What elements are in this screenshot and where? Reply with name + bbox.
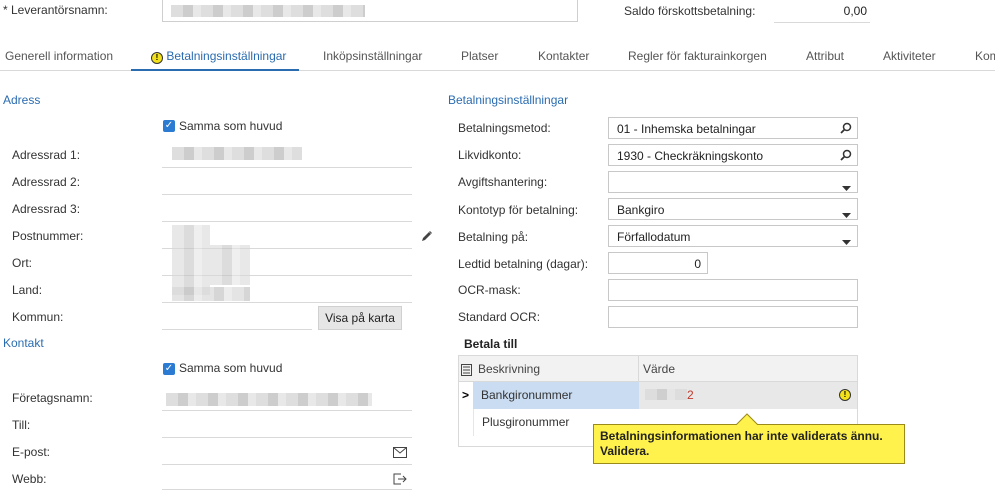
attention-label: Till: <box>12 418 31 432</box>
address-line2-label: Adressrad 2: <box>12 175 81 189</box>
validation-tooltip: Betalningsinformationen har inte valider… <box>593 424 905 464</box>
prepay-label: Saldo förskottsbetalning: <box>624 4 756 18</box>
payment-method-value: 01 - Inhemska betalningar <box>617 122 756 136</box>
chevron-down-icon[interactable] <box>842 207 851 221</box>
account-type-select[interactable]: Bankgiro <box>608 198 858 220</box>
address-line2-field[interactable] <box>162 171 412 195</box>
search-icon[interactable] <box>840 149 852 164</box>
search-icon[interactable] <box>840 122 852 137</box>
plusgiro-desc: Plusgironummer <box>482 415 570 429</box>
external-link-icon[interactable] <box>393 473 407 488</box>
redacted-bankgiro <box>645 389 687 400</box>
prepay-field: 0,00 <box>774 0 870 23</box>
tab-contacts[interactable]: Kontakter <box>538 49 589 63</box>
redacted-country <box>172 287 250 301</box>
supplier-name-input[interactable] <box>162 0 578 22</box>
tab-purchase-settings[interactable]: Inköpsinställningar <box>323 49 422 63</box>
email-field[interactable] <box>162 441 412 465</box>
tab-locations[interactable]: Platser <box>461 49 498 63</box>
payment-section-title: Betalningsinställningar <box>448 93 569 107</box>
pay-on-select[interactable]: Förfallodatum <box>608 225 858 247</box>
tab-invoice-inbox-rules[interactable]: Regler för fakturainkorgen <box>628 49 767 63</box>
pay-on-value: Förfallodatum <box>617 230 691 244</box>
supplier-name-label: * Leverantörsnamn: <box>3 3 108 17</box>
redacted-postal <box>172 225 210 295</box>
col-header-value[interactable]: Värde <box>643 362 675 376</box>
redacted-city <box>210 245 250 285</box>
table-row[interactable]: Bankgironummer <box>473 382 639 409</box>
tab-payment-settings[interactable]: ! Betalningsinställningar <box>151 49 286 64</box>
ocr-mask-label: OCR-mask: <box>458 283 521 297</box>
payment-method-input[interactable]: 01 - Inhemska betalningar <box>608 117 858 139</box>
bankgiro-desc: Bankgironummer <box>481 388 573 402</box>
address-section-title: Adress <box>3 93 41 107</box>
pay-to-title: Betala till <box>464 337 518 351</box>
ocr-mask-input[interactable] <box>608 279 858 301</box>
contact-section-title: Kontakt <box>3 336 44 350</box>
contact-same-label: Samma som huvud <box>179 361 283 375</box>
prepay-value: 0,00 <box>843 4 867 18</box>
cash-account-label: Likvidkonto: <box>458 148 522 162</box>
payment-method-label: Betalningsmetod: <box>458 121 551 135</box>
standard-ocr-input[interactable] <box>608 306 858 328</box>
address-line1-label: Adressrad 1: <box>12 148 81 162</box>
active-tab-underline <box>131 69 299 71</box>
address-line3-label: Adressrad 3: <box>12 202 81 216</box>
warning-icon: ! <box>839 389 851 401</box>
postal-code-label: Postnummer: <box>12 229 84 243</box>
municipality-label: Kommun: <box>12 310 64 324</box>
table-row-value[interactable]: 2 <box>639 382 857 409</box>
municipality-field[interactable] <box>162 306 312 330</box>
lead-time-value: 0 <box>694 257 701 271</box>
fee-handling-label: Avgiftshantering: <box>458 175 548 189</box>
attention-field[interactable] <box>162 414 412 438</box>
address-same-label: Samma som huvud <box>179 119 283 133</box>
country-label: Land: <box>12 283 43 297</box>
standard-ocr-label: Standard OCR: <box>458 310 541 324</box>
company-name-label: Företagsnamn: <box>12 391 93 405</box>
account-type-value: Bankgiro <box>617 203 665 217</box>
mail-icon[interactable] <box>393 447 407 461</box>
col-header-description[interactable]: Beskrivning <box>478 362 540 376</box>
cash-account-value: 1930 - Checkräkningskonto <box>617 149 764 163</box>
redacted-address-1 <box>172 147 302 160</box>
tab-payment-settings-label: Betalningsinställningar <box>166 49 287 63</box>
bankgiro-value: 2 <box>687 388 694 402</box>
address-line3-field[interactable] <box>162 198 412 222</box>
tab-more[interactable]: Kom <box>975 49 995 63</box>
warning-icon: ! <box>151 52 163 64</box>
chevron-down-icon[interactable] <box>842 180 851 194</box>
redacted-supplier-name <box>171 5 365 17</box>
lead-time-label: Ledtid betalning (dagar): <box>458 257 589 271</box>
tooltip-arrow <box>736 413 758 425</box>
city-label: Ort: <box>12 256 32 270</box>
cash-account-input[interactable]: 1930 - Checkräkningskonto <box>608 144 858 166</box>
pay-on-label: Betalning på: <box>458 230 529 244</box>
tab-activities[interactable]: Aktiviteter <box>883 49 936 63</box>
edit-pencil-icon[interactable] <box>421 230 433 245</box>
tab-attributes[interactable]: Attribut <box>806 49 844 63</box>
tooltip-text: Betalningsinformationen har inte valider… <box>600 429 883 458</box>
lead-time-input[interactable]: 0 <box>608 252 708 274</box>
grid-settings-icon[interactable] <box>461 364 472 379</box>
contact-same-checkbox[interactable]: ✓ <box>163 363 175 375</box>
account-type-label: Kontotyp för betalning: <box>458 203 579 217</box>
chevron-down-icon[interactable] <box>842 234 851 248</box>
address-same-checkbox[interactable]: ✓ <box>163 120 175 132</box>
website-field[interactable] <box>162 468 412 490</box>
tab-general[interactable]: Generell information <box>5 49 113 63</box>
fee-handling-select[interactable] <box>608 171 858 193</box>
col-divider <box>638 356 639 382</box>
email-label: E-post: <box>12 445 51 459</box>
show-on-map-button[interactable]: Visa på karta <box>318 306 402 330</box>
redacted-company-name <box>166 393 372 406</box>
row-pointer-icon: > <box>462 388 470 402</box>
website-label: Webb: <box>12 472 47 486</box>
